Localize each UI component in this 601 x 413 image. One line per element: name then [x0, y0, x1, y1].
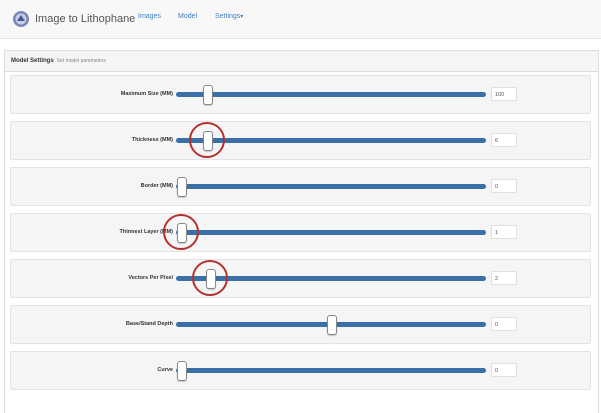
setting-value-input[interactable]: 0 — [491, 363, 517, 377]
slider-track[interactable] — [176, 361, 486, 381]
setting-row: Thinnest Layer (MM) 1 — [10, 213, 591, 252]
slider-track[interactable] — [176, 269, 486, 289]
slider-handle[interactable] — [203, 131, 213, 151]
setting-value-input[interactable]: 0 — [491, 179, 517, 193]
setting-row: Thickness (MM) 6 — [10, 121, 591, 160]
nav-link-model[interactable]: Model — [178, 13, 197, 20]
setting-value-input[interactable]: 2 — [491, 271, 517, 285]
setting-label: Maximum Size (MM) — [120, 91, 173, 97]
brand[interactable]: Image to Lithophane — [12, 9, 135, 29]
top-navbar: Image to Lithophane Images Model Setting… — [0, 0, 601, 39]
setting-label: Base/Stand Depth — [125, 321, 173, 327]
setting-value-input[interactable]: 0 — [491, 317, 517, 331]
slider-track[interactable] — [176, 223, 486, 243]
setting-row: Maximum Size (MM) 100 — [10, 75, 591, 114]
setting-row: Curve 0 — [10, 351, 591, 390]
slider-track[interactable] — [176, 131, 486, 151]
setting-label: Thickness (MM) — [131, 137, 173, 143]
setting-value-input[interactable]: 100 — [491, 87, 517, 101]
panel-title: Model Settings — [11, 58, 54, 64]
slider-handle[interactable] — [176, 177, 187, 197]
setting-label: Curve — [157, 367, 173, 373]
brand-title: Image to Lithophane — [35, 13, 136, 25]
lithophane-logo-icon — [12, 10, 30, 28]
setting-label: Vectors Per Pixel — [128, 275, 173, 281]
settings-label: Settings — [215, 13, 241, 20]
nav-link-settings[interactable]: Settings▾ — [215, 13, 243, 20]
slider-track[interactable] — [176, 315, 486, 335]
setting-label: Thinnest Layer (MM) — [119, 229, 173, 235]
slider-handle[interactable] — [206, 269, 217, 289]
slider-track[interactable] — [176, 85, 486, 105]
slider-handle[interactable] — [327, 315, 337, 335]
setting-row: Border (MM) 0 — [10, 167, 591, 206]
panel-subtitle: Set model parameters — [56, 58, 106, 64]
slider-handle[interactable] — [203, 85, 213, 105]
slider-handle[interactable] — [176, 223, 187, 243]
setting-row: Base/Stand Depth 0 — [10, 305, 591, 344]
setting-value-input[interactable]: 1 — [491, 225, 517, 239]
setting-label: Border (MM) — [140, 183, 173, 189]
caret-down-icon: ▾ — [240, 14, 244, 20]
panel-heading: Model Settings Set model parameters — [5, 51, 598, 72]
slider-track[interactable] — [176, 177, 486, 197]
slider-handle[interactable] — [176, 361, 187, 381]
nav-link-images[interactable]: Images — [138, 13, 161, 20]
setting-value-input[interactable]: 6 — [491, 133, 517, 147]
setting-row: Vectors Per Pixel 2 — [10, 259, 591, 298]
